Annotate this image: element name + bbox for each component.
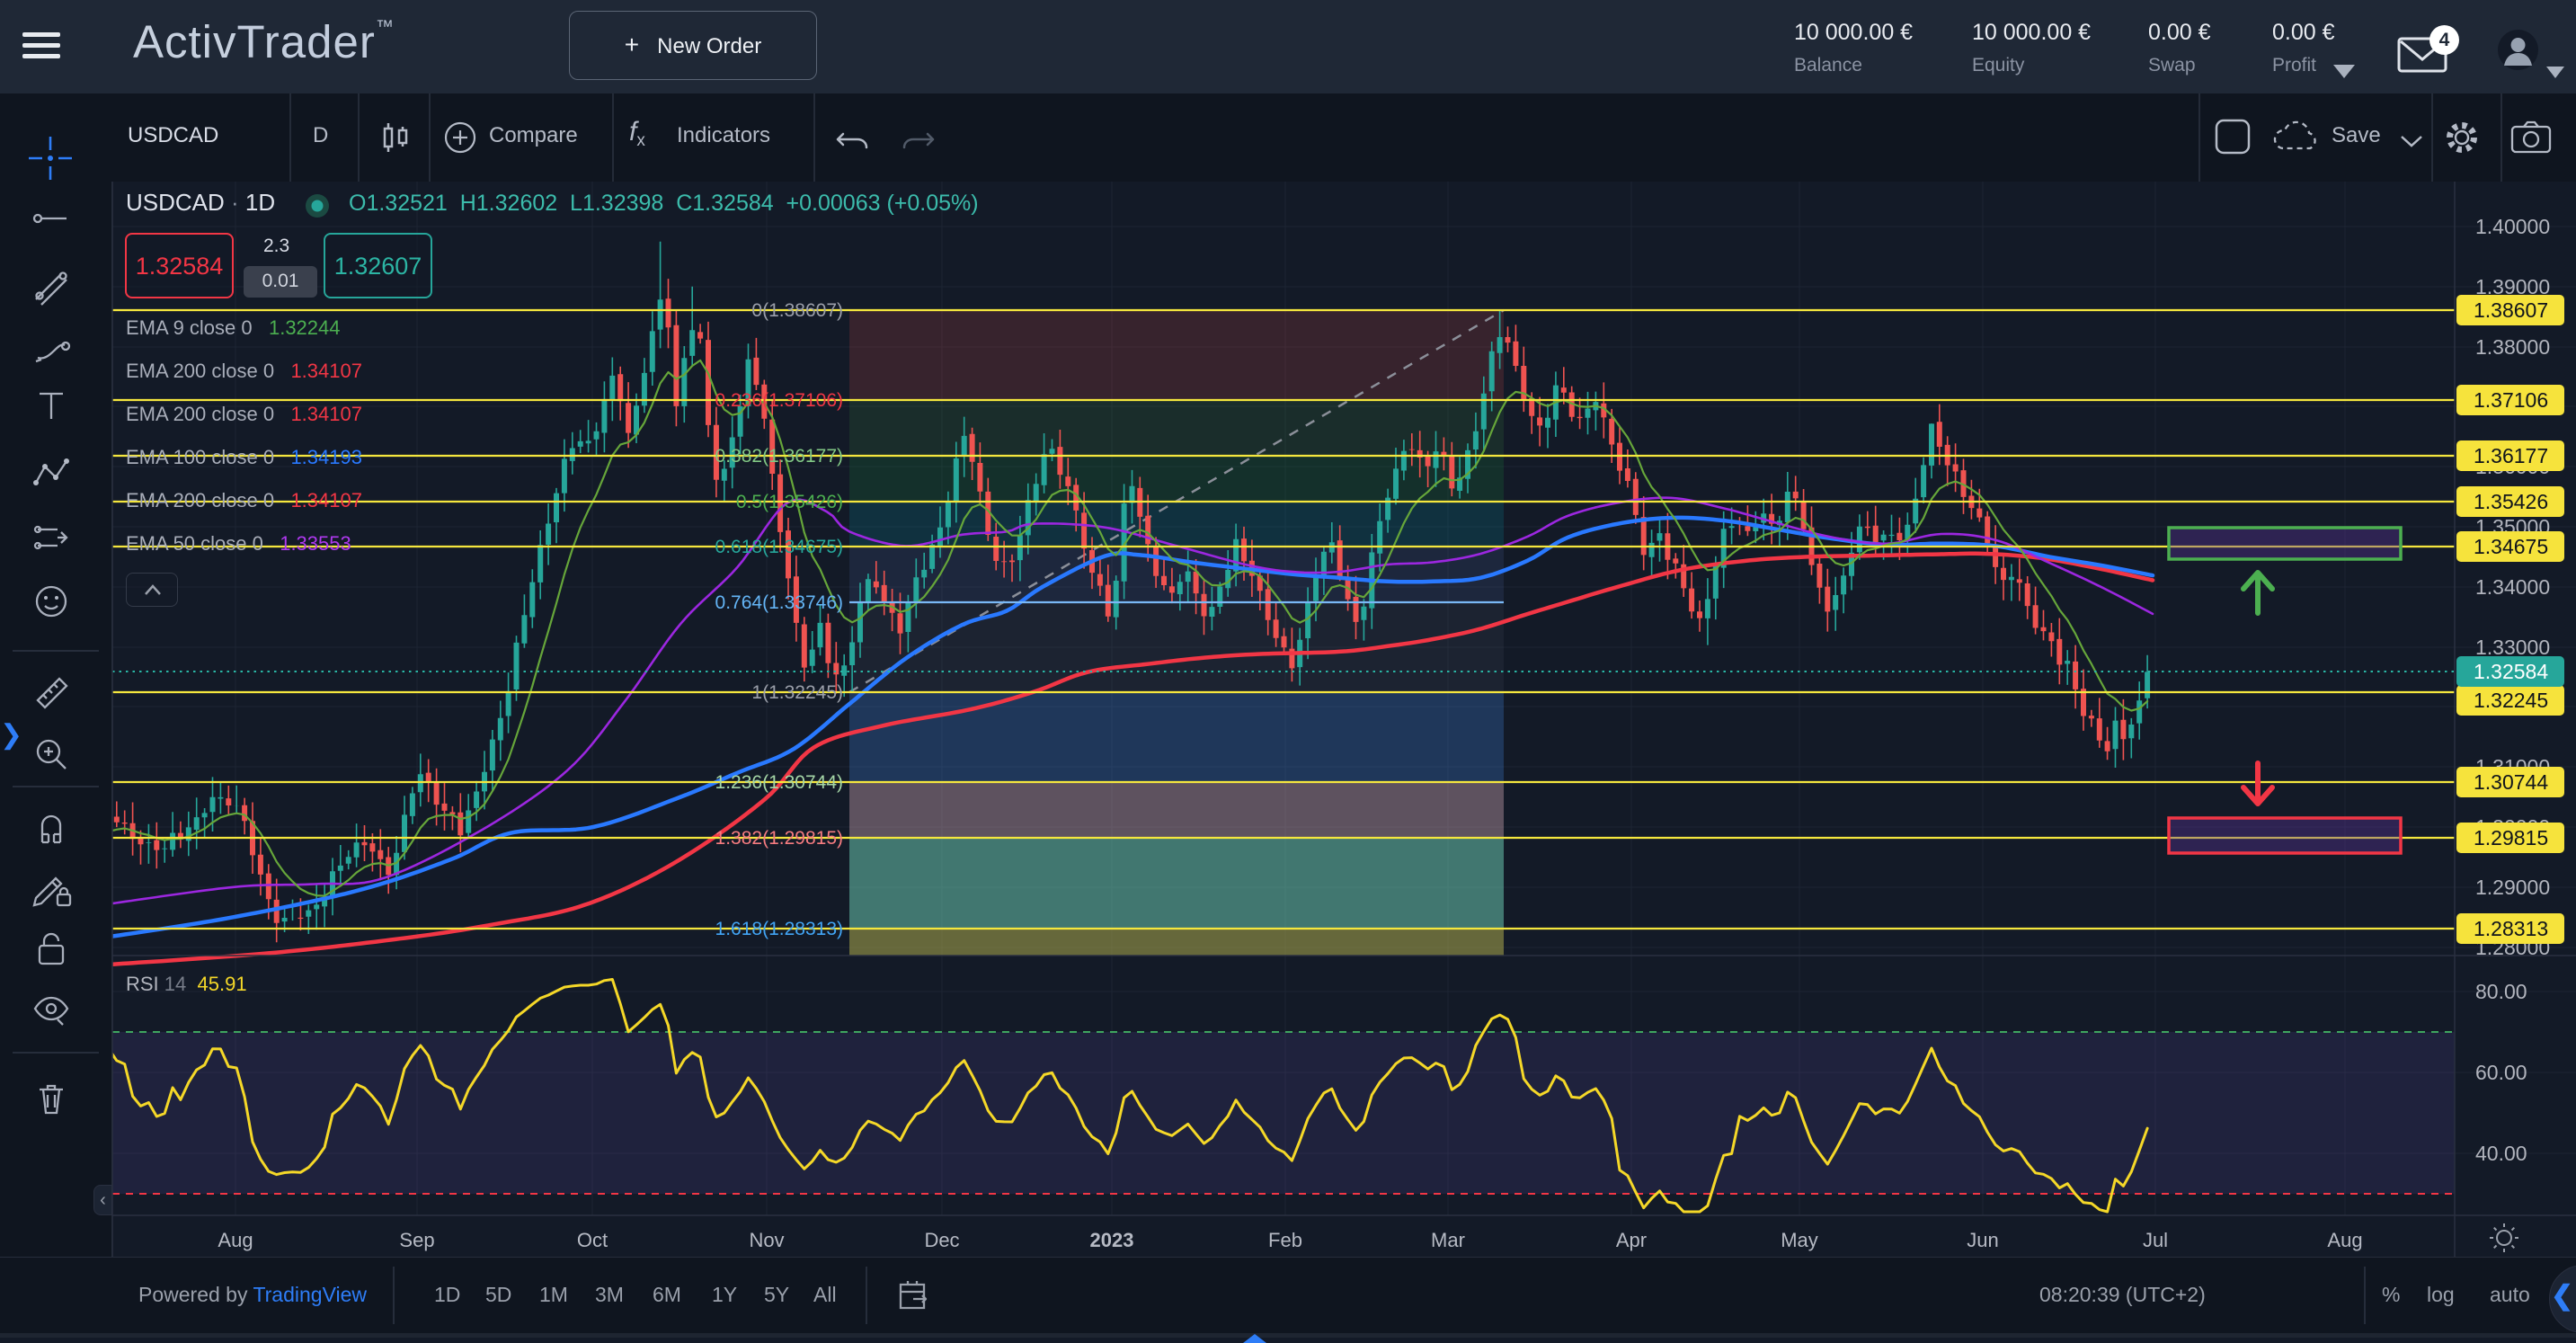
svg-text:1.32584: 1.32584 xyxy=(2474,660,2548,683)
svg-text:0.382(1.36177): 0.382(1.36177) xyxy=(715,446,843,467)
svg-text:0(1.38607): 0(1.38607) xyxy=(751,300,843,321)
svg-text:0.764(1.33746): 0.764(1.33746) xyxy=(715,592,843,613)
svg-text:0.618(1.34675): 0.618(1.34675) xyxy=(715,537,843,557)
svg-text:1.35426: 1.35426 xyxy=(2474,490,2548,513)
svg-text:40.00: 40.00 xyxy=(2475,1142,2527,1165)
svg-text:1(1.32245): 1(1.32245) xyxy=(751,682,843,703)
svg-text:1.38000: 1.38000 xyxy=(2475,335,2550,359)
svg-text:May: May xyxy=(1781,1229,1818,1251)
svg-text:Aug: Aug xyxy=(218,1229,253,1251)
svg-text:1.30744: 1.30744 xyxy=(2474,770,2548,794)
svg-text:Mar: Mar xyxy=(1431,1229,1465,1251)
svg-text:Feb: Feb xyxy=(1268,1229,1302,1251)
svg-text:Aug: Aug xyxy=(2327,1229,2362,1251)
svg-text:Jun: Jun xyxy=(1967,1229,1998,1251)
svg-text:1.28313: 1.28313 xyxy=(2474,917,2548,940)
svg-text:1.34675: 1.34675 xyxy=(2474,535,2548,558)
svg-text:Dec: Dec xyxy=(924,1229,959,1251)
svg-text:1.236(1.30744): 1.236(1.30744) xyxy=(715,772,843,793)
svg-text:80.00: 80.00 xyxy=(2475,980,2527,1003)
svg-text:1.36177: 1.36177 xyxy=(2474,444,2548,467)
svg-text:1.40000: 1.40000 xyxy=(2475,215,2550,238)
svg-text:1.29815: 1.29815 xyxy=(2474,826,2548,849)
svg-text:2023: 2023 xyxy=(1090,1229,1134,1251)
svg-text:Nov: Nov xyxy=(749,1229,784,1251)
svg-text:Oct: Oct xyxy=(577,1229,608,1251)
svg-text:1.32245: 1.32245 xyxy=(2474,689,2548,712)
svg-text:1.37106: 1.37106 xyxy=(2474,388,2548,412)
svg-text:1.34000: 1.34000 xyxy=(2475,575,2550,599)
svg-text:60.00: 60.00 xyxy=(2475,1061,2527,1084)
svg-text:1.29000: 1.29000 xyxy=(2475,876,2550,899)
svg-text:Apr: Apr xyxy=(1616,1229,1647,1251)
svg-text:Sep: Sep xyxy=(399,1229,434,1251)
svg-text:1.382(1.29815): 1.382(1.29815) xyxy=(715,828,843,849)
svg-text:0.5(1.35426): 0.5(1.35426) xyxy=(736,492,843,512)
svg-text:0.236(1.37106): 0.236(1.37106) xyxy=(715,390,843,411)
svg-text:1.618(1.28313): 1.618(1.28313) xyxy=(715,919,843,939)
svg-text:1.38607: 1.38607 xyxy=(2474,298,2548,322)
svg-text:1.33000: 1.33000 xyxy=(2475,636,2550,659)
svg-text:Jul: Jul xyxy=(2143,1229,2168,1251)
